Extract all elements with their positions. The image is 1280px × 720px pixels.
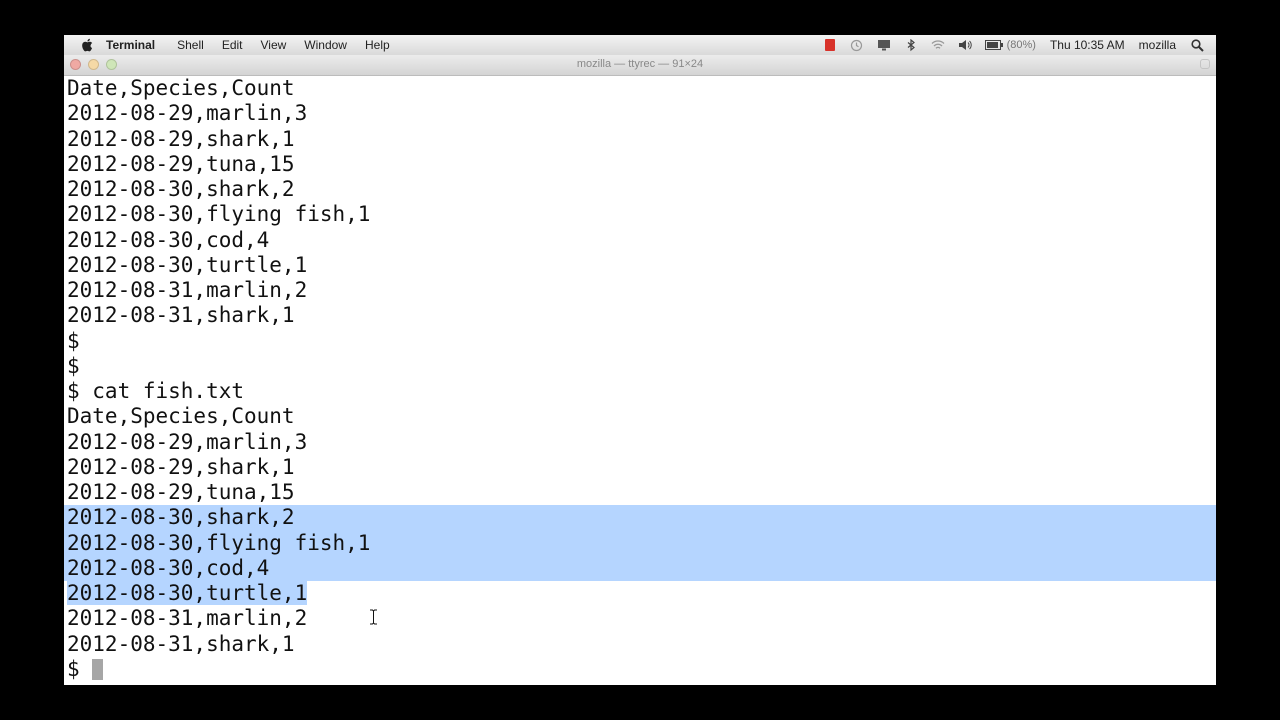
terminal-prompt-line[interactable]: $	[67, 657, 1216, 682]
selected-terminal-line-partial: 2012-08-30,turtle,1	[67, 581, 1216, 606]
menu-window[interactable]: Window	[304, 38, 347, 52]
terminal-line: 2012-08-29,tuna,15	[67, 151, 295, 176]
terminal-line: $	[67, 353, 80, 378]
menu-shell[interactable]: Shell	[177, 38, 204, 52]
display-icon[interactable]	[877, 39, 891, 51]
menu-app-terminal[interactable]: Terminal	[106, 38, 155, 52]
menu-help[interactable]: Help	[365, 38, 390, 52]
terminal-output[interactable]: Date,Species,Count 2012-08-29,marlin,3 2…	[64, 76, 1216, 685]
bluetooth-icon[interactable]	[904, 38, 918, 51]
spotlight-search-icon[interactable]	[1190, 38, 1204, 52]
terminal-line: Date,Species,Count	[67, 404, 295, 429]
menu-bar: Terminal Shell Edit View Window Help (80…	[64, 35, 1216, 56]
terminal-command-line: $ cat fish.txt	[67, 379, 245, 403]
terminal-line: 2012-08-31,marlin,2	[67, 606, 308, 631]
ibeam-cursor-icon	[370, 609, 377, 625]
prompt: $	[67, 656, 93, 681]
selected-terminal-line: 2012-08-30,flying fish,1	[64, 530, 1216, 556]
battery-icon[interactable]	[984, 39, 1003, 51]
terminal-line: 2012-08-29,shark,1	[67, 126, 295, 151]
apple-menu-icon[interactable]	[80, 38, 94, 52]
selected-terminal-line: 2012-08-30,cod,4	[64, 555, 1216, 581]
terminal-line: 2012-08-29,marlin,3	[67, 101, 308, 126]
terminal-line: 2012-08-31,shark,1	[67, 303, 295, 328]
terminal-line: $	[67, 328, 80, 353]
battery-percent: (80%)	[1006, 39, 1036, 51]
window-title-bar[interactable]: mozilla — ttyrec — 91×24	[64, 55, 1216, 76]
screen: Terminal Shell Edit View Window Help (80…	[64, 35, 1216, 685]
terminal-line: 2012-08-31,shark,1	[67, 631, 295, 656]
window-title: mozilla — ttyrec — 91×24	[576, 58, 704, 70]
terminal-line: 2012-08-30,cod,4	[67, 227, 270, 252]
terminal-line: 2012-08-30,shark,2	[67, 177, 295, 201]
menubar-clock[interactable]: Thu 10:35 AM	[1050, 38, 1125, 52]
terminal-line: Date,Species,Count	[67, 76, 295, 100]
terminal-line: 2012-08-30,flying fish,1	[67, 202, 371, 227]
terminal-line: 2012-08-30,turtle,1	[67, 252, 308, 277]
volume-icon[interactable]	[958, 39, 972, 51]
recording-icon[interactable]	[823, 39, 837, 51]
selected-terminal-line: 2012-08-30,shark,2	[64, 505, 1216, 531]
wifi-icon[interactable]	[931, 39, 945, 51]
terminal-line: 2012-08-29,marlin,3	[67, 429, 308, 454]
selected-text: 2012-08-30,turtle,1	[67, 581, 308, 605]
terminal-line: 2012-08-29,tuna,15	[67, 480, 295, 504]
menubar-user[interactable]: mozilla	[1139, 38, 1176, 52]
time-machine-icon[interactable]	[850, 39, 864, 51]
status-menus: (80%) Thu 10:35 AM mozilla	[823, 35, 1206, 55]
toolbar-toggle-button[interactable]	[1200, 59, 1210, 69]
terminal-line: 2012-08-31,marlin,2	[67, 278, 308, 302]
menu-edit[interactable]: Edit	[222, 38, 243, 52]
text-cursor	[92, 659, 104, 681]
menu-view[interactable]: View	[261, 38, 287, 52]
terminal-line: 2012-08-29,shark,1	[67, 454, 295, 479]
